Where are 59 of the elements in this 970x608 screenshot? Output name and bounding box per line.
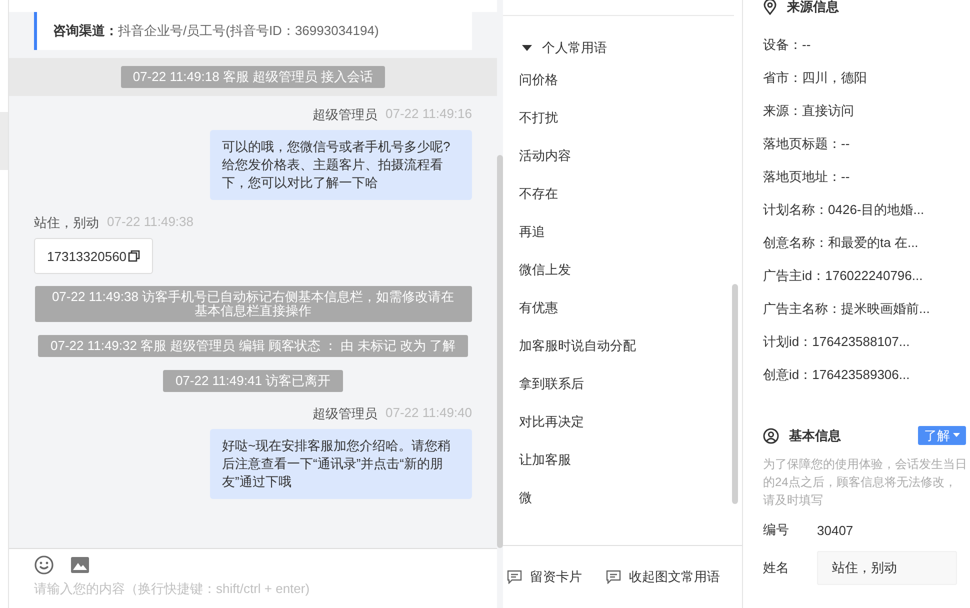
- phrase-item[interactable]: 不存在: [519, 175, 732, 213]
- system-message: 07-22 11:49:38 访客手机号已自动标记右侧基本信息栏，如需修改请在基本信息栏直接操作: [34, 286, 472, 322]
- action-button[interactable]: 留资卡片: [507, 568, 582, 586]
- copy-icon[interactable]: [128, 250, 140, 262]
- info-row-text: 落地页地址：--: [763, 168, 851, 186]
- message-time: 07-22 11:49:38: [107, 214, 194, 231]
- phrase-item[interactable]: 拿到联系后: [519, 365, 732, 403]
- phrase-item[interactable]: 让加客服: [519, 441, 732, 479]
- info-row-text: 广告主id：176022240796...: [763, 266, 924, 284]
- comment-icon: [507, 570, 522, 584]
- phrase-item[interactable]: 加客服时说自动分配: [519, 327, 732, 365]
- info-row-text: 创意id：176423589306...: [763, 366, 911, 384]
- info-row-text: 计划id：176423588107...: [763, 332, 911, 350]
- emoji-icon[interactable]: [34, 555, 54, 575]
- message-time: 07-22 11:49:16: [386, 106, 472, 123]
- group-title: 个人常用语: [542, 39, 607, 57]
- phrase-item[interactable]: 对比再决定: [519, 403, 732, 441]
- system-message: 07-22 11:49:18 客服 超级管理员 接入会话: [120, 66, 386, 88]
- phrase-item[interactable]: 有优惠: [519, 289, 732, 327]
- scrollbar-thumb[interactable]: [497, 155, 503, 548]
- sender-name: 站住，别动: [34, 214, 99, 232]
- action-button[interactable]: 收起图文常用语: [606, 568, 720, 586]
- info-row-text: 来源：直接访问: [763, 102, 855, 120]
- name-field[interactable]: 站住，别动: [817, 551, 957, 585]
- message-bubble: 好哒~现在安排客服加您介绍哈。请您稍后注意查看一下“通讯录”并点击“新的朋友”通过下哦: [210, 429, 472, 499]
- info-row-text: 创意名称：和最爱的ta 在...: [763, 234, 920, 252]
- field-label: 编号: [763, 521, 790, 539]
- notice-text: 为了保障您的使用体验，会话发生当日的24点之后，顾客信息将无法修改，请及时填写: [763, 456, 968, 509]
- phrase-item[interactable]: 再追: [519, 213, 732, 251]
- user-icon: [763, 428, 779, 444]
- phrase-item[interactable]: 微信上发: [519, 251, 732, 289]
- phrase-group[interactable]: 个人常用语: [519, 16, 732, 61]
- info-row-text: 设备：--: [763, 36, 812, 54]
- section-title: 基本信息: [789, 426, 841, 444]
- caret-icon: [953, 433, 960, 438]
- phrase-item[interactable]: 活动内容: [519, 137, 732, 175]
- channel-value: 抖音企业号/员工号(抖音号ID：36993034194): [118, 22, 379, 40]
- info-row-text: 落地页标题：--: [763, 134, 851, 152]
- system-message: 07-22 11:49:32 客服 超级管理员 编辑 顾客状态 ： 由 未标记 改为 了解: [38, 335, 468, 357]
- info-row-text: 省市：四川，德阳: [763, 68, 868, 86]
- scrollbar-thumb[interactable]: [732, 284, 738, 504]
- info-row-text: 广告主名称：提米映画婚前...: [763, 300, 931, 318]
- phrase-item[interactable]: 问价格: [519, 61, 732, 99]
- info-row-text: 计划名称：0426-目的地婚...: [763, 200, 926, 218]
- field-label: 姓名: [763, 559, 790, 577]
- channel-label: 咨询渠道：: [53, 22, 118, 40]
- message-time: 07-22 11:49:40: [386, 405, 472, 422]
- location-icon: [763, 0, 777, 15]
- image-icon[interactable]: [70, 555, 90, 575]
- field-value: 30407: [817, 522, 854, 538]
- phone-number: 17313320560: [47, 248, 127, 264]
- sender-name: 超级管理员: [312, 405, 378, 423]
- comment-icon: [606, 570, 621, 584]
- sender-name: 超级管理员: [312, 106, 378, 124]
- section-title: 来源信息: [787, 0, 839, 16]
- phrase-item[interactable]: 不打扰: [519, 99, 732, 137]
- system-message: 07-22 11:49:41 访客已离开: [163, 370, 343, 392]
- message-bubble: 可以的哦，您微信号或者手机号多少呢?给您发价格表、主题客片、拍摄流程看下，您可以对比了解一下哈: [210, 130, 472, 200]
- phrase-item[interactable]: 微: [519, 479, 732, 517]
